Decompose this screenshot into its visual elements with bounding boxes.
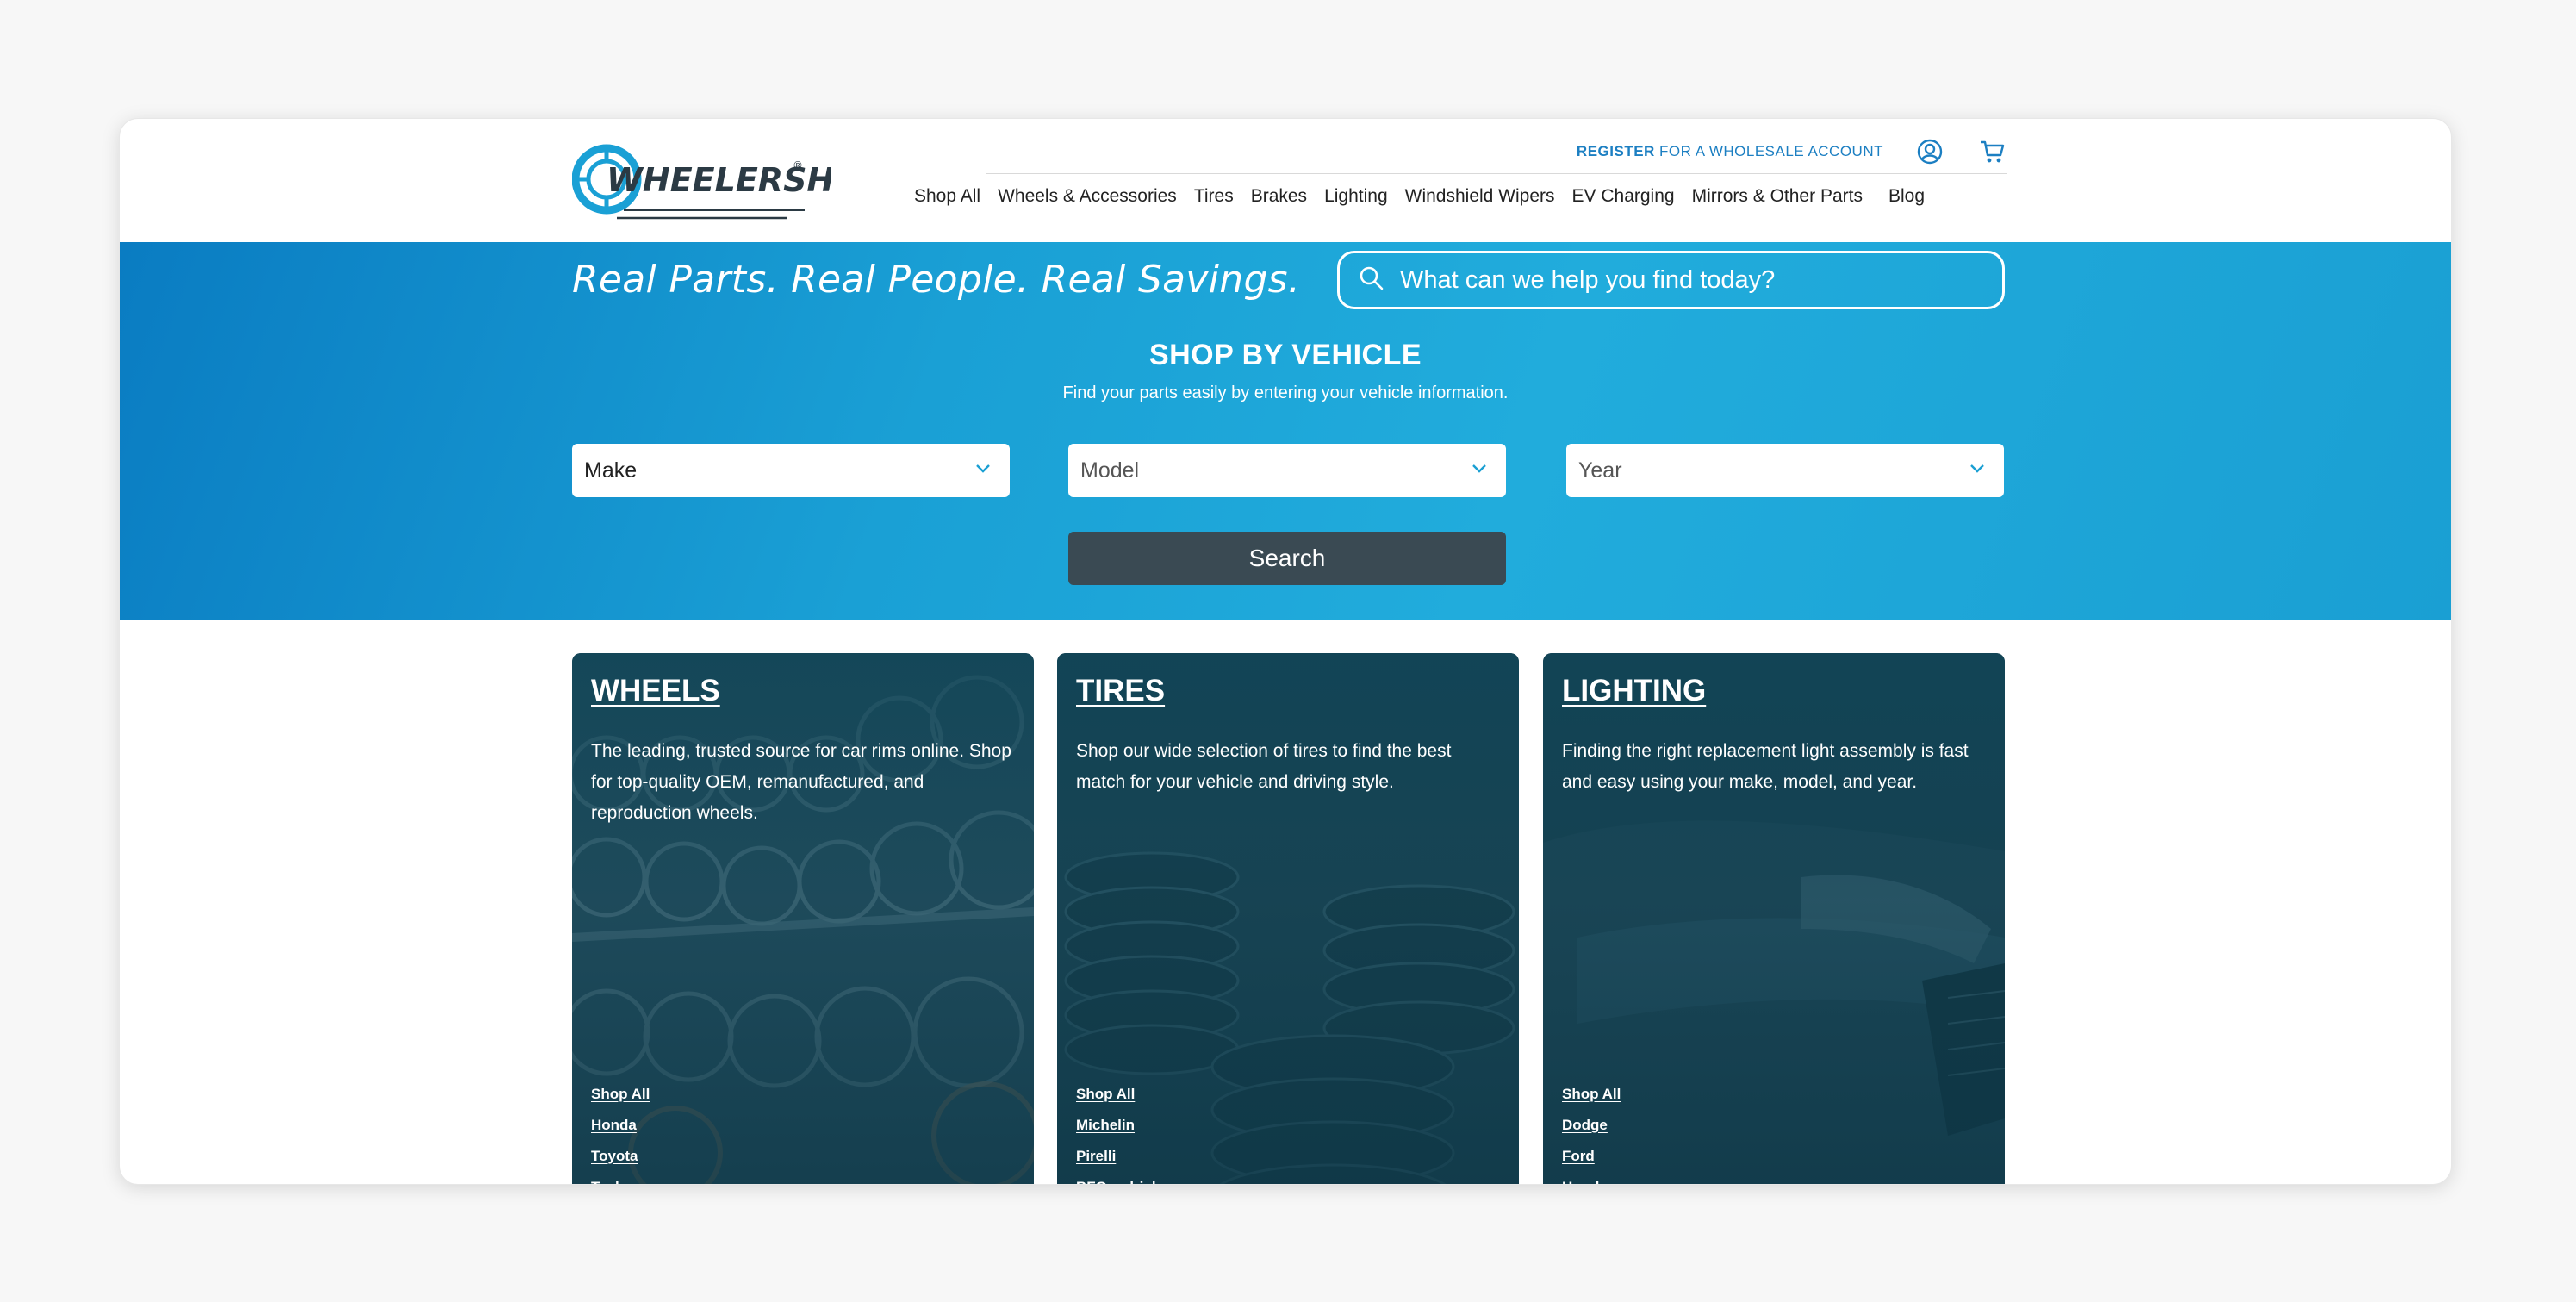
header-divider xyxy=(986,173,2007,174)
main-nav: Shop All Wheels & Accessories Tires Brak… xyxy=(905,186,1933,207)
chevron-down-icon xyxy=(975,463,991,478)
link-lighting-honda[interactable]: Honda xyxy=(1562,1177,1621,1184)
card-links-wheels: Shop All Honda Toyota Tesla xyxy=(591,1084,650,1184)
link-tires-pirelli[interactable]: Pirelli xyxy=(1076,1146,1160,1167)
link-tires-michelin[interactable]: Michelin xyxy=(1076,1115,1160,1136)
year-select-value: Year xyxy=(1578,458,1622,483)
vehicle-search-button[interactable]: Search xyxy=(1068,532,1506,585)
card-description-lighting: Finding the right replacement light asse… xyxy=(1562,741,1969,792)
nav-ev-charging[interactable]: EV Charging xyxy=(1564,186,1683,207)
year-select[interactable]: Year xyxy=(1566,444,2004,497)
link-tires-bfgoodrich[interactable]: BFGoodrich xyxy=(1076,1177,1160,1184)
nav-wheels-accessories[interactable]: Wheels & Accessories xyxy=(989,186,1185,207)
nav-windshield-wipers[interactable]: Windshield Wipers xyxy=(1397,186,1564,207)
hero-tagline: Real Parts. Real People. Real Savings. xyxy=(572,258,1301,302)
card-links-tires: Shop All Michelin Pirelli BFGoodrich xyxy=(1076,1084,1160,1184)
card-title-lighting[interactable]: LIGHTING xyxy=(1562,674,1706,708)
chevron-down-icon xyxy=(1969,463,1985,478)
card-title-wheels[interactable]: WHEELS xyxy=(591,674,720,708)
category-card-wheels[interactable]: WHEELS The leading, trusted source for c… xyxy=(572,653,1034,1184)
nav-blog[interactable]: Blog xyxy=(1871,186,1933,207)
register-wholesale-link[interactable]: REGISTER FOR A WHOLESALE ACCOUNT xyxy=(1577,143,1883,160)
model-select-value: Model xyxy=(1080,458,1140,483)
cart-icon[interactable] xyxy=(1976,136,2007,167)
link-wheels-tesla[interactable]: Tesla xyxy=(591,1177,650,1184)
shop-by-vehicle-title: SHOP BY VEHICLE xyxy=(1148,339,1422,371)
wheelership-logo[interactable]: WHEELERSHIP ® xyxy=(571,134,870,221)
search-icon xyxy=(1359,265,1384,296)
link-wheels-toyota[interactable]: Toyota xyxy=(591,1146,650,1167)
card-links-lighting: Shop All Dodge Ford Honda xyxy=(1562,1084,1621,1184)
category-card-lighting[interactable]: LIGHTING Finding the right replacement l… xyxy=(1543,653,2005,1184)
nav-shop-all[interactable]: Shop All xyxy=(905,186,989,207)
model-select[interactable]: Model xyxy=(1068,444,1506,497)
chevron-down-icon xyxy=(1472,463,1487,478)
link-wheels-honda[interactable]: Honda xyxy=(591,1115,650,1136)
link-lighting-ford[interactable]: Ford xyxy=(1562,1146,1621,1167)
link-lighting-shop-all[interactable]: Shop All xyxy=(1562,1084,1621,1105)
link-tires-shop-all[interactable]: Shop All xyxy=(1076,1084,1160,1105)
site-search-input[interactable]: What can we help you find today? xyxy=(1337,251,2005,309)
nav-mirrors-other-parts[interactable]: Mirrors & Other Parts xyxy=(1683,186,1871,207)
category-card-tires[interactable]: TIRES Shop our wide selection of tires t… xyxy=(1057,653,1519,1184)
nav-brakes[interactable]: Brakes xyxy=(1242,186,1316,207)
link-lighting-dodge[interactable]: Dodge xyxy=(1562,1115,1621,1136)
shop-by-vehicle-subtitle: Find your parts easily by entering your … xyxy=(1062,383,1509,402)
hero-banner: Real Parts. Real People. Real Savings. W… xyxy=(120,242,2451,620)
nav-tires[interactable]: Tires xyxy=(1185,186,1242,207)
card-description-wheels: The leading, trusted source for car rims… xyxy=(591,741,1011,823)
utility-bar: REGISTER FOR A WHOLESALE ACCOUNT xyxy=(1577,136,2007,167)
svg-text:®: ® xyxy=(793,159,803,171)
browser-page: WHEELERSHIP ® REGISTER FOR A WHOLESALE A… xyxy=(119,118,2452,1185)
search-placeholder: What can we help you find today? xyxy=(1400,265,1776,294)
nav-lighting[interactable]: Lighting xyxy=(1316,186,1397,207)
link-wheels-shop-all[interactable]: Shop All xyxy=(591,1084,650,1105)
user-circle-icon[interactable] xyxy=(1914,136,1945,167)
card-description-tires: Shop our wide selection of tires to find… xyxy=(1076,741,1452,792)
make-select-value: Make xyxy=(584,458,638,483)
make-select[interactable]: Make xyxy=(572,444,1010,497)
card-title-tires[interactable]: TIRES xyxy=(1076,674,1165,708)
